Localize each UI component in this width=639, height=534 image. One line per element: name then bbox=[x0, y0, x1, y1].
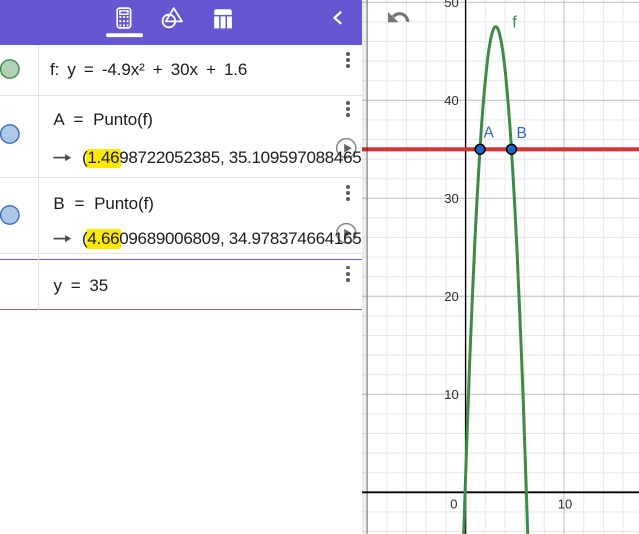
svg-text:A: A bbox=[484, 125, 495, 142]
svg-text:50: 50 bbox=[444, 0, 458, 10]
svg-text:20: 20 bbox=[444, 289, 458, 304]
svg-text:B: B bbox=[517, 125, 527, 142]
svg-text:30: 30 bbox=[444, 191, 458, 206]
svg-text:10: 10 bbox=[444, 387, 458, 402]
svg-text:40: 40 bbox=[444, 93, 458, 108]
svg-text:10: 10 bbox=[558, 497, 572, 512]
svg-text:f: f bbox=[512, 13, 517, 31]
svg-text:0: 0 bbox=[450, 497, 457, 512]
